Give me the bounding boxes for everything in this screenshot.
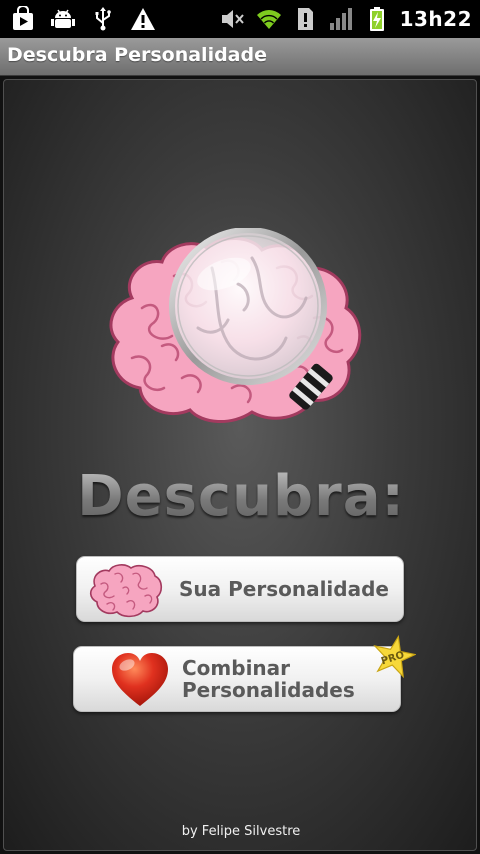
- status-bar-left: [10, 4, 156, 34]
- sim-alert-icon: [292, 6, 318, 32]
- combinar-label-line2: Personalidades: [182, 678, 355, 702]
- brain-magnifier-icon: [109, 228, 362, 424]
- status-bar: 13h22: [0, 0, 480, 38]
- headline: Descubra:: [4, 464, 478, 529]
- brain-icon: [89, 564, 163, 618]
- combinar-personalidades-label: Combinar Personalidades: [182, 657, 355, 701]
- app-title: Descubra Personalidade: [7, 44, 267, 66]
- status-clock: 13h22: [399, 7, 472, 31]
- author-credit: by Felipe Silvestre: [181, 824, 301, 839]
- app-title-bar: Descubra Personalidade: [0, 38, 480, 76]
- store-bag-icon: [10, 6, 36, 32]
- main-panel: Descubra: Sua Personalidade Combinar Per…: [3, 79, 477, 851]
- sua-personalidade-label: Sua Personalidade: [179, 577, 389, 601]
- status-bar-right: 13h22: [220, 4, 472, 34]
- heart-icon: [112, 653, 168, 706]
- main-content: Descubra: Sua Personalidade Combinar Per…: [0, 76, 480, 854]
- combinar-label-line1: Combinar: [182, 656, 291, 680]
- warning-icon: [130, 6, 156, 32]
- wifi-icon: [256, 6, 282, 32]
- battery-charging-icon: [364, 6, 390, 32]
- sua-personalidade-button[interactable]: Sua Personalidade: [76, 556, 404, 622]
- usb-icon: [90, 6, 116, 32]
- android-debug-icon: [50, 6, 76, 32]
- pro-badge: PRO: [373, 635, 416, 679]
- signal-icon: [328, 6, 354, 32]
- combinar-personalidades-button[interactable]: Combinar Personalidades PRO: [73, 635, 416, 712]
- mute-icon: [220, 6, 246, 32]
